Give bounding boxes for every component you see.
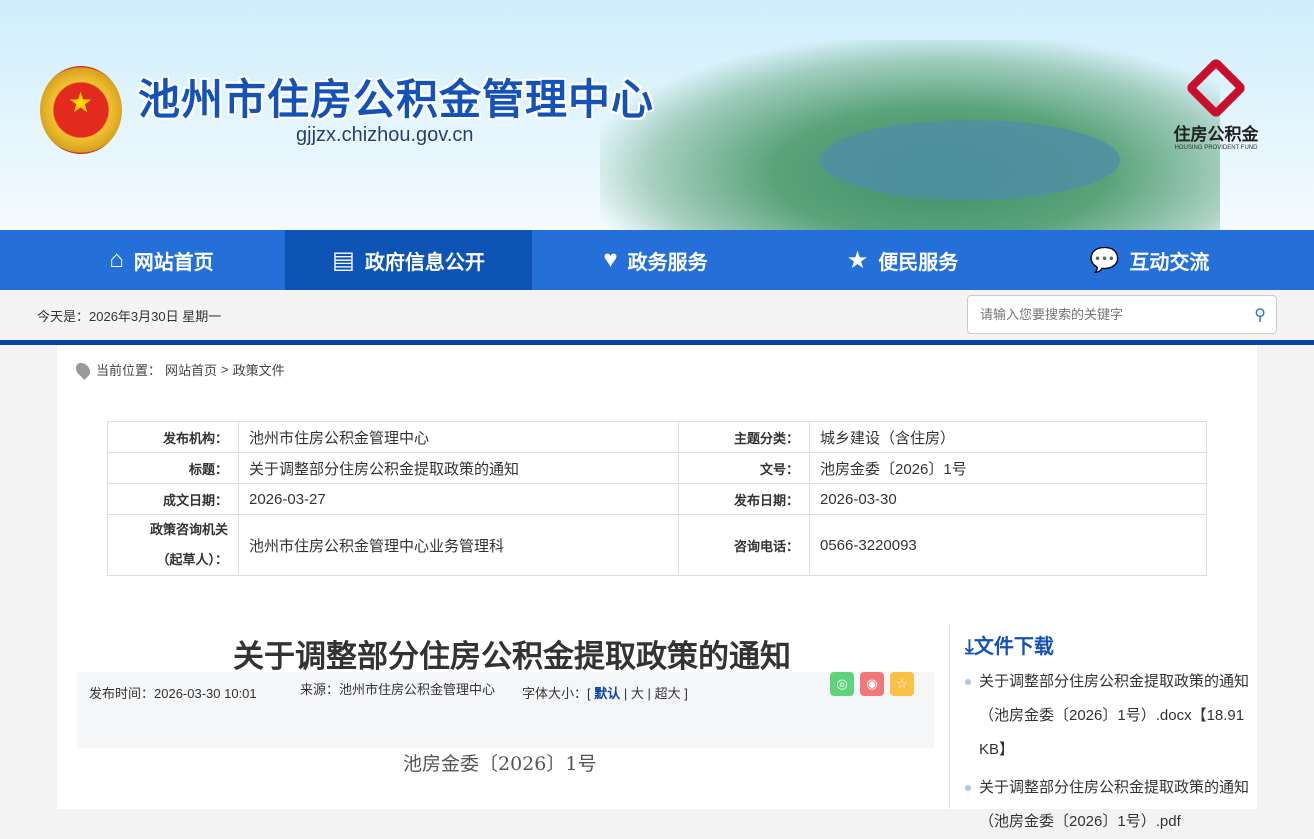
download-title: 文件下载: [973, 636, 1054, 658]
bracket: ]: [684, 686, 688, 701]
nav-label: 互动交流: [1129, 251, 1210, 274]
weibo-share-icon[interactable]: ◉: [860, 672, 884, 696]
breadcrumb: 当前位置： 网站首页 > 政策文件: [73, 359, 285, 380]
meta-key: 主题分类：: [678, 421, 810, 453]
fund-logo-text: 住房公积金: [1173, 125, 1259, 144]
meta-value: 池房金委〔2026〕1号: [809, 452, 1207, 484]
meta-key: 政策咨询机关 （起草人）：: [107, 514, 239, 576]
national-emblem: ★: [40, 66, 122, 154]
today-date: 今天是：2026年3月30日 星期一: [37, 309, 222, 324]
meta-key: 文号：: [678, 452, 810, 484]
font-xlarge-button[interactable]: 超大: [655, 686, 681, 701]
download-link[interactable]: 关于调整部分住房公积金提取政策的通知（池房金委〔2026〕1号）.pdf: [965, 771, 1255, 839]
header-banner: ★ 池州市住房公积金管理中心 gjjzx.chizhou.gov.cn 住房公积…: [0, 0, 1314, 230]
lake-image: [820, 120, 1120, 200]
nav-label: 网站首页: [133, 251, 214, 274]
fund-logo-mark: [1184, 56, 1248, 120]
location-pin-icon: [73, 359, 93, 380]
share-buttons: ◎ ◉ ☆: [830, 672, 914, 696]
breadcrumb-home-link[interactable]: 网站首页: [165, 360, 217, 379]
search-icon[interactable]: ⚲: [1254, 305, 1266, 325]
nav-label: 政务服务: [627, 251, 708, 274]
housing-fund-logo: 住房公积金 HOUSING PROVIDENT FUND: [1166, 56, 1266, 151]
home-icon: ⌂: [109, 246, 124, 273]
meta-value: 2026-03-30: [809, 483, 1207, 515]
nav-gov-service[interactable]: ♥ 政务服务: [532, 230, 779, 290]
article-info-bar: 发布时间：2026-03-30 10:01 来源：池州市住房公积金管理中心 字体…: [77, 672, 934, 748]
meta-key-line: 政策咨询机关: [149, 522, 228, 537]
search-input[interactable]: [980, 307, 1240, 322]
meta-key: 发布机构：: [107, 421, 239, 453]
meta-value: 0566-3220093: [809, 514, 1207, 576]
fund-logo-en: HOUSING PROVIDENT FUND: [1174, 145, 1258, 151]
content-area: 当前位置： 网站首页 > 政策文件 发布机构： 池州市住房公积金管理中心 主题分类：…: [57, 345, 1257, 830]
wechat-share-icon[interactable]: ◎: [830, 672, 854, 696]
nav-gov-info[interactable]: ▤ 政府信息公开: [285, 230, 532, 290]
document-meta-table: 发布机构： 池州市住房公积金管理中心 主题分类： 城乡建设（含住房） 标题： 关于调整部…: [107, 421, 1207, 576]
meta-key-line: （起草人）：: [156, 552, 228, 567]
download-link[interactable]: 关于调整部分住房公积金提取政策的通知（池房金委〔2026〕1号）.docx【18…: [965, 665, 1255, 767]
meta-value: 池州市住房公积金管理中心: [238, 421, 679, 453]
download-icon: ⤓: [965, 636, 974, 658]
separator: |: [647, 686, 651, 701]
nav-label: 便民服务: [878, 251, 959, 274]
site-title[interactable]: 池州市住房公积金管理中心: [138, 66, 654, 127]
star-bookmark-icon: ★: [846, 246, 869, 274]
nav-interaction[interactable]: 💬 互动交流: [1026, 230, 1273, 290]
meta-key: 咨询电话：: [678, 514, 810, 576]
font-default-button[interactable]: 默认: [594, 686, 620, 701]
font-large-button[interactable]: 大: [631, 686, 644, 701]
chat-icon: 💬: [1089, 246, 1120, 274]
file-download-panel: ⤓文件下载 关于调整部分住房公积金提取政策的通知（池房金委〔2026〕1号）.d…: [949, 625, 1249, 830]
font-size-label: 字体大小：[: [522, 686, 591, 701]
heart-hands-icon: ♥: [603, 246, 618, 273]
meta-key: 成文日期：: [107, 483, 239, 515]
nav-label: 政府信息公开: [364, 251, 485, 274]
favorite-star-icon[interactable]: ☆: [890, 672, 914, 696]
meta-key: 标题：: [107, 452, 239, 484]
nav-public-service[interactable]: ★ 便民服务: [779, 230, 1026, 290]
separator: |: [623, 686, 628, 701]
breadcrumb-label: 当前位置：: [96, 363, 162, 378]
publish-time: 发布时间：2026-03-30 10:01: [89, 686, 257, 701]
search-box: ⚲: [967, 295, 1277, 334]
book-icon: ▤: [332, 246, 355, 274]
font-size-controls: 字体大小：[ 默认 | 大 | 超大 ]: [522, 683, 688, 702]
site-url: gjjzx.chizhou.gov.cn: [296, 124, 474, 146]
article-source: 来源：池州市住房公积金管理中心: [300, 682, 496, 697]
breadcrumb-separator: >: [221, 362, 229, 377]
meta-value: 关于调整部分住房公积金提取政策的通知: [238, 452, 679, 484]
meta-value: 2026-03-27: [238, 483, 679, 515]
breadcrumb-current-link[interactable]: 政策文件: [233, 360, 285, 379]
info-bar: 今天是：2026年3月30日 星期一 ⚲: [0, 290, 1314, 340]
meta-value: 池州市住房公积金管理中心业务管理科: [238, 514, 679, 576]
article-title: 关于调整部分住房公积金提取政策的通知: [233, 639, 791, 674]
meta-value: 城乡建设（含住房）: [809, 421, 1207, 453]
meta-key: 发布日期：: [678, 483, 810, 515]
nav-home[interactable]: ⌂ 网站首页: [38, 230, 285, 290]
main-nav: ⌂ 网站首页 ▤ 政府信息公开 ♥ 政务服务 ★ 便民服务 💬 互动交流: [0, 230, 1314, 290]
